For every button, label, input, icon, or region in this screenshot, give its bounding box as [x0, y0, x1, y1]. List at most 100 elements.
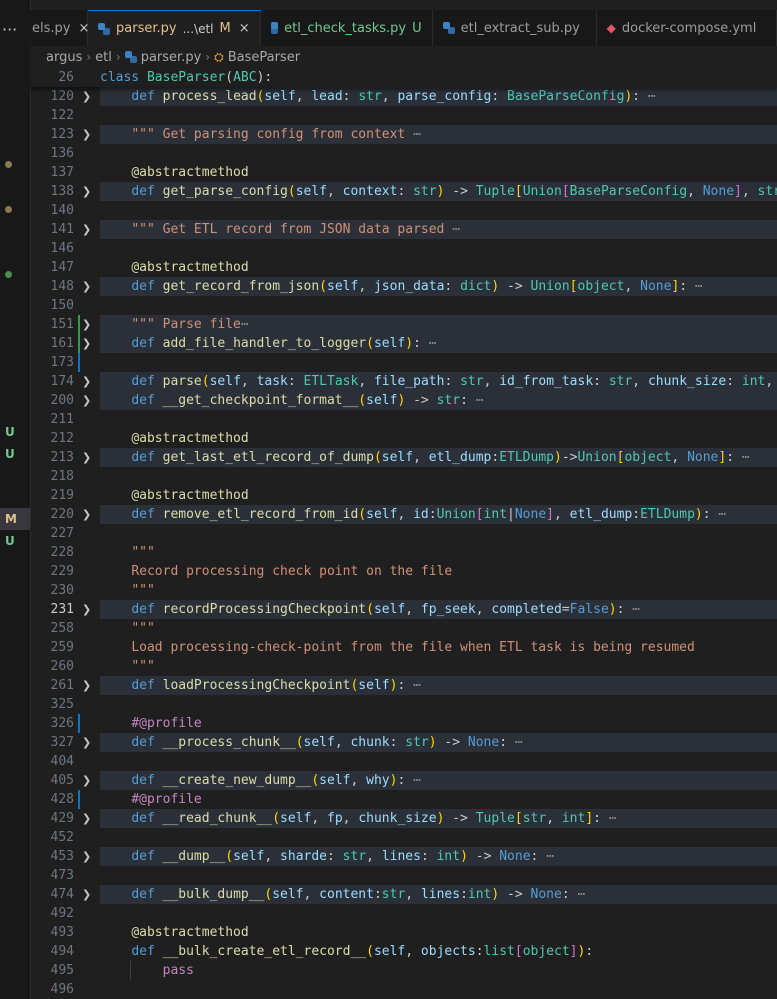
fold-chevron-icon[interactable]: ❯	[82, 505, 91, 524]
code-line[interactable]: 150	[30, 296, 777, 315]
fold-chevron-icon[interactable]: ❯	[82, 182, 91, 201]
code-line[interactable]: 212 @abstractmethod	[30, 429, 777, 448]
tab-parser-py[interactable]: parser.py ...\etl M ×	[88, 10, 261, 46]
code-line[interactable]: 137 @abstractmethod	[30, 163, 777, 182]
line-highlight	[100, 201, 777, 220]
code-line[interactable]: 173	[30, 353, 777, 372]
fold-chevron-icon[interactable]: ❯	[82, 277, 91, 296]
tab-label: etl_extract_sub.py	[460, 20, 580, 36]
code-line[interactable]: 146	[30, 239, 777, 258]
code-token: (	[319, 279, 327, 294]
fold-chevron-icon[interactable]: ❯	[82, 600, 91, 619]
code-line[interactable]: 493 @abstractmethod	[30, 923, 777, 942]
code-line[interactable]: 220 ❯ def remove_etl_record_from_id(self,…	[30, 505, 777, 524]
tab-etl-check-tasks-py[interactable]: etl_check_tasks.py U	[261, 10, 433, 46]
code-line[interactable]: 428 #@profile	[30, 790, 777, 809]
code-line[interactable]: 495 pass	[30, 961, 777, 980]
code-line[interactable]: 494 def __bulk_create_etl_record__(self,…	[30, 942, 777, 961]
code-line[interactable]: 120 ❯ def process_lead(self, lead: str, p…	[30, 87, 777, 106]
fold-chevron-icon[interactable]: ❯	[82, 847, 91, 866]
fold-chevron-icon[interactable]: ❯	[82, 220, 91, 239]
code-line[interactable]: 213 ❯ def get_last_etl_record_of_dump(sel…	[30, 448, 777, 467]
breadcrumb-item[interactable]: etl	[95, 50, 112, 65]
code-line[interactable]: 259 Load processing-check-point from the…	[30, 638, 777, 657]
fold-chevron-icon[interactable]: ❯	[82, 809, 91, 828]
added-change-marker[interactable]	[78, 315, 80, 334]
code-editor[interactable]: 26 class BaseParser(ABC): 120 ❯ def process…	[30, 68, 777, 999]
code-line[interactable]: 218	[30, 467, 777, 486]
code-line[interactable]: 405 ❯ def __create_new_dump__(self, why):…	[30, 771, 777, 790]
code-line[interactable]: 326 #@profile	[30, 714, 777, 733]
fold-chevron-icon[interactable]: ❯	[82, 391, 91, 410]
modified-change-marker[interactable]	[78, 790, 80, 809]
code-token: def	[131, 393, 163, 408]
code-line[interactable]: 151 ❯ """ Parse file⋯	[30, 315, 777, 334]
modified-change-marker[interactable]	[78, 353, 80, 372]
tab-els-py[interactable]: els.py ×	[30, 10, 89, 46]
line-number: 229	[50, 564, 74, 579]
code-token: object	[522, 944, 570, 959]
fold-chevron-icon[interactable]: ❯	[82, 676, 91, 695]
added-change-marker[interactable]	[78, 334, 80, 353]
code-line[interactable]: 327 ❯ def __process_chunk__(self, chunk: …	[30, 733, 777, 752]
code-line[interactable]: 26 class BaseParser(ABC):	[30, 68, 777, 87]
fold-chevron-icon[interactable]: ❯	[82, 885, 91, 904]
tab-docker-compose-yml[interactable]: ◆ docker-compose.yml	[597, 10, 777, 46]
fold-chevron-icon[interactable]: ❯	[82, 334, 91, 353]
code-line[interactable]: 161 ❯ def add_file_handler_to_logger(self…	[30, 334, 777, 353]
code-line[interactable]: 429 ❯ def __read_chunk__(self, fp, chunk_…	[30, 809, 777, 828]
code-line[interactable]: 174 ❯ def parse(self, task: ETLTask, file…	[30, 372, 777, 391]
more-actions-icon[interactable]: ···	[2, 20, 17, 39]
code-line[interactable]: 261 ❯ def loadProcessingCheckpoint(self):…	[30, 676, 777, 695]
modified-change-marker[interactable]	[78, 714, 80, 733]
code-line[interactable]: 474 ❯ def __bulk_dump__(self, content:str…	[30, 885, 777, 904]
fold-chevron-icon[interactable]: ❯	[82, 771, 91, 790]
tab-etl-extract-sub-py[interactable]: etl_extract_sub.py	[433, 10, 597, 46]
fold-chevron-icon[interactable]: ❯	[82, 315, 91, 334]
code-line[interactable]: 123 ❯ """ Get parsing config from context…	[30, 125, 777, 144]
code-line[interactable]: 228 """	[30, 543, 777, 562]
code-line[interactable]: 141 ❯ """ Get ETL record from JSON data p…	[30, 220, 777, 239]
code-line[interactable]: 453 ❯ def __dump__(self, sharde: str, lin…	[30, 847, 777, 866]
line-number: 261	[50, 678, 74, 693]
code-line[interactable]: 452	[30, 828, 777, 847]
code-line[interactable]: 140	[30, 201, 777, 220]
code-line[interactable]: 147 @abstractmethod	[30, 258, 777, 277]
breadcrumb-item[interactable]: parser.py	[141, 50, 202, 65]
code-token: class	[100, 70, 147, 85]
code-line[interactable]: 211	[30, 410, 777, 429]
code-line[interactable]: 122	[30, 106, 777, 125]
code-line[interactable]: 325	[30, 695, 777, 714]
code-line[interactable]: 138 ❯ def get_parse_config(self, context:…	[30, 182, 777, 201]
code-line[interactable]: 148 ❯ def get_record_from_json(self, json…	[30, 277, 777, 296]
breadcrumb-item[interactable]: BaseParser	[228, 50, 300, 65]
code-line[interactable]: 227	[30, 524, 777, 543]
code-line[interactable]: 136	[30, 144, 777, 163]
line-number: 259	[50, 640, 74, 655]
code-line[interactable]: 473	[30, 866, 777, 885]
code-token: def	[131, 450, 163, 465]
code-line[interactable]: 230 """	[30, 581, 777, 600]
code-token: """	[131, 621, 155, 636]
fold-chevron-icon[interactable]: ❯	[82, 733, 91, 752]
code-line[interactable]: 258 """	[30, 619, 777, 638]
fold-chevron-icon[interactable]: ❯	[82, 125, 91, 144]
code-token: @abstractmethod	[131, 431, 249, 446]
code-line[interactable]: 260 """	[30, 657, 777, 676]
code-line[interactable]: 219 @abstractmethod	[30, 486, 777, 505]
code-line[interactable]: 404	[30, 752, 777, 771]
close-icon[interactable]: ×	[239, 21, 250, 36]
breadcrumb-item[interactable]: argus	[46, 50, 82, 65]
code-line[interactable]: 200 ❯ def __get_checkpoint_format__(self)…	[30, 391, 777, 410]
fold-chevron-icon[interactable]: ❯	[82, 448, 91, 467]
fold-chevron-icon[interactable]: ❯	[82, 87, 91, 106]
code-token: ,	[264, 849, 281, 864]
code-line[interactable]: 492	[30, 904, 777, 923]
code-line[interactable]: 231 ❯ def recordProcessingCheckpoint(self…	[30, 600, 777, 619]
code-token: :	[327, 849, 343, 864]
fold-chevron-icon[interactable]: ❯	[82, 372, 91, 391]
code-line[interactable]: 496	[30, 980, 777, 999]
code-line[interactable]: 229 Record processing check point on the…	[30, 562, 777, 581]
